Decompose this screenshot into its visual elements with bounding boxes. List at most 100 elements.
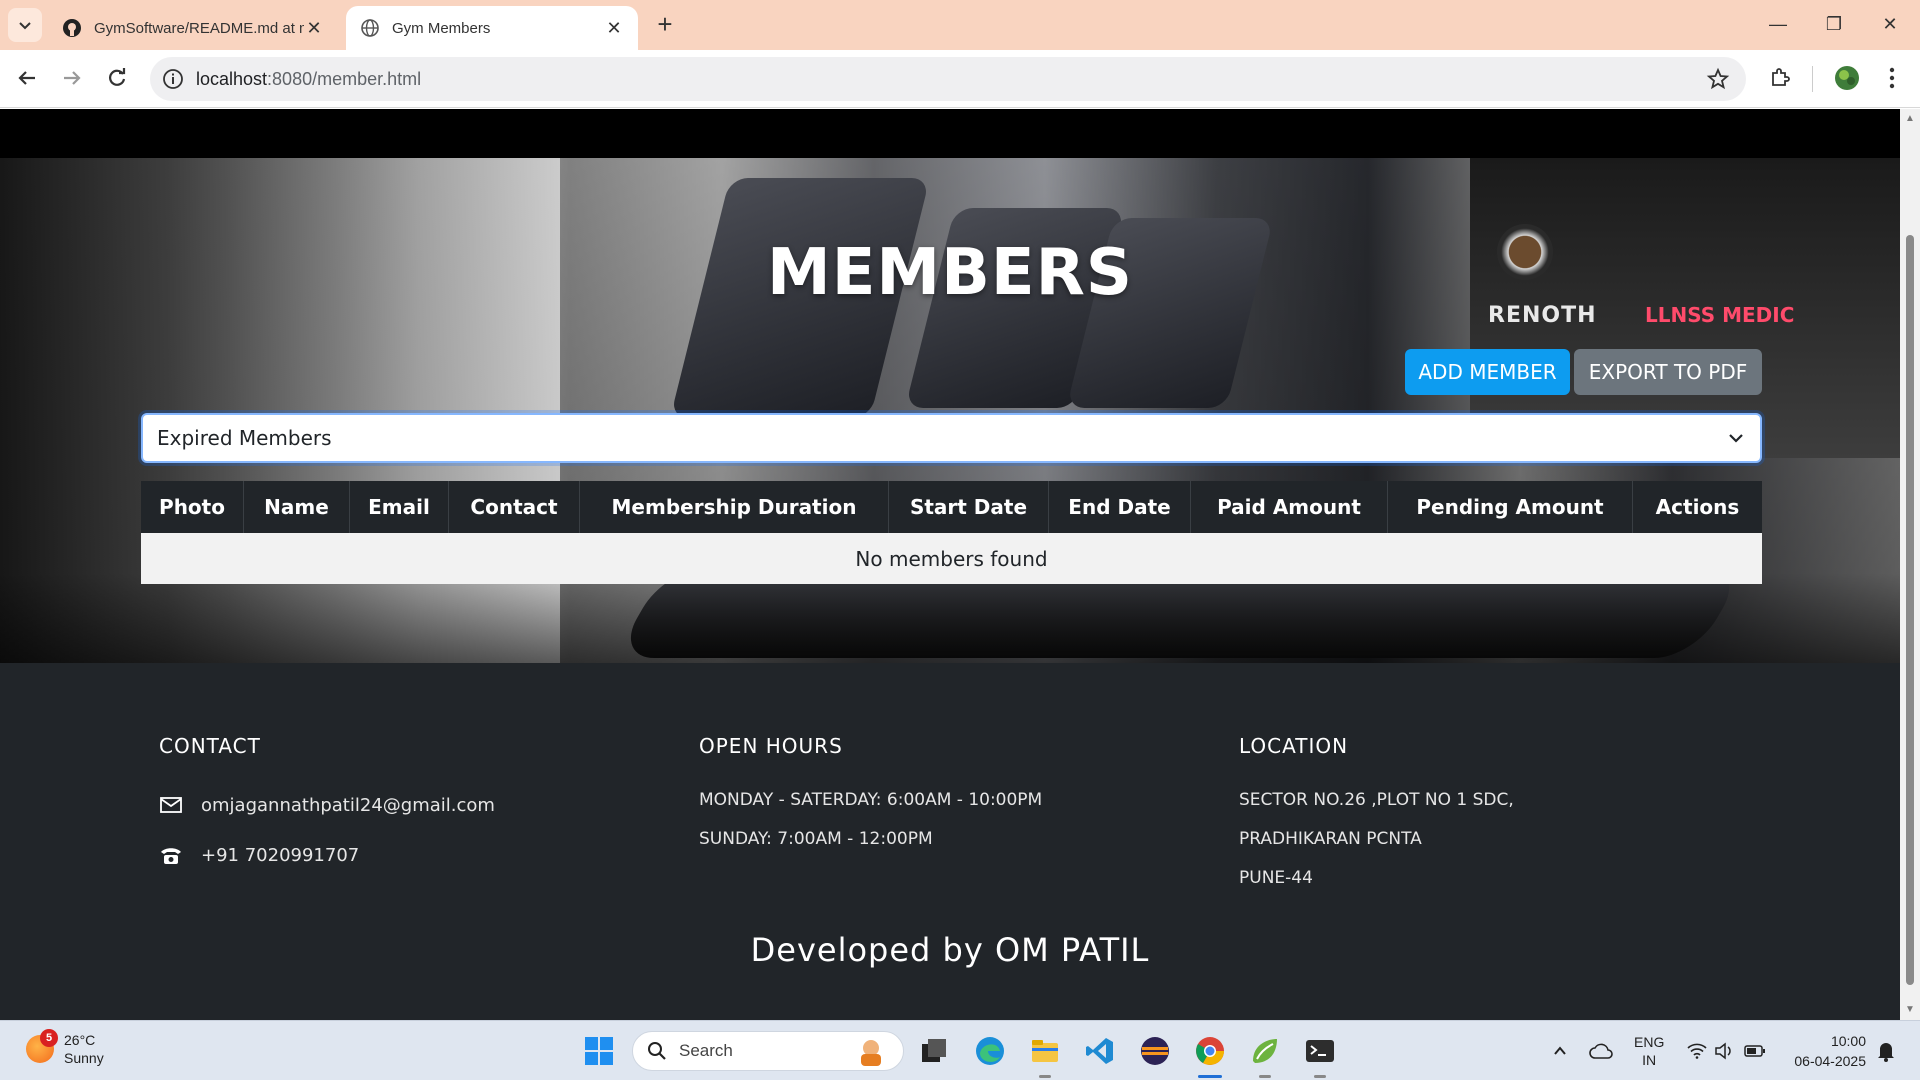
network-tray[interactable]: [1687, 1021, 1707, 1081]
avatar-icon: [1835, 66, 1859, 90]
show-hidden-icons-button[interactable]: [1552, 1021, 1568, 1081]
onedrive-tray[interactable]: [1589, 1021, 1613, 1081]
tab-search-button[interactable]: [8, 8, 42, 42]
battery-tray[interactable]: [1744, 1021, 1766, 1081]
active-app-indicator: [1198, 1075, 1222, 1078]
search-highlight-icon: [861, 1040, 881, 1066]
vscode-icon[interactable]: [1084, 1035, 1116, 1067]
tab-gym-members[interactable]: Gym Members ✕: [346, 6, 638, 50]
address-bar[interactable]: localhost:8080/member.html: [150, 57, 1746, 101]
add-member-button[interactable]: ADD MEMBER: [1405, 349, 1570, 395]
battery-icon: [1744, 1045, 1765, 1057]
tab-title: Gym Members: [392, 19, 491, 37]
system-clock[interactable]: 10:00 06-04-2025: [1786, 1031, 1866, 1071]
running-indicator: [1314, 1075, 1326, 1078]
chevron-down-icon: [1729, 434, 1743, 443]
scroll-down-arrow[interactable]: ▼: [1904, 1004, 1916, 1016]
edge-icon[interactable]: [974, 1035, 1006, 1067]
hero-background: RENOTH LLNSS MEDIC: [0, 158, 1900, 663]
scrollbar-thumb[interactable]: [1906, 235, 1914, 985]
sun-icon: 5: [26, 1029, 58, 1063]
page-scrollbar[interactable]: ▲ ▼: [1900, 109, 1920, 1020]
export-pdf-button[interactable]: EXPORT TO PDF: [1574, 349, 1762, 395]
eclipse-icon[interactable]: [1139, 1035, 1171, 1067]
browser-menu-button[interactable]: [1874, 60, 1910, 96]
footer-location-line: PRADHIKARAN PCNTA: [1239, 828, 1422, 849]
footer-location: LOCATION SECTOR NO.26 ,PLOT NO 1 SDC, PR…: [1239, 734, 1514, 897]
column-header-start-date: Start Date: [889, 481, 1049, 533]
column-header-photo: Photo: [141, 481, 244, 533]
restore-button[interactable]: ❐: [1814, 8, 1854, 40]
developer-credit: Developed by OM PATIL: [750, 931, 1150, 969]
speaker-icon: [1715, 1042, 1731, 1060]
reload-button[interactable]: [99, 60, 135, 96]
tab-title: GymSoftware/README.md at m: [94, 19, 304, 37]
bookmark-star-icon[interactable]: [1706, 67, 1730, 91]
phone-icon: [161, 848, 181, 864]
hero-shadow: [0, 573, 1900, 663]
terminal-icon[interactable]: [1304, 1035, 1336, 1067]
table-empty-message: No members found: [141, 533, 1762, 584]
url-path: :8080/member.html: [267, 68, 422, 89]
column-header-paid-amount: Paid Amount: [1191, 481, 1388, 533]
footer-email[interactable]: omjagannathpatil24@gmail.com: [159, 780, 495, 830]
github-icon: [63, 19, 81, 37]
browser-toolbar: localhost:8080/member.html: [0, 50, 1920, 108]
running-indicator: [1259, 1075, 1271, 1078]
wifi-icon: [1687, 1043, 1707, 1059]
windows-start-icon[interactable]: [583, 1035, 615, 1067]
column-header-end-date: End Date: [1049, 481, 1191, 533]
url-text[interactable]: localhost:8080/member.html: [196, 69, 1706, 90]
forward-button[interactable]: [54, 60, 90, 96]
member-filter-select[interactable]: Expired Members: [141, 413, 1762, 463]
weather-description: Sunny: [64, 1050, 104, 1066]
column-header-pending-amount: Pending Amount: [1388, 481, 1633, 533]
profile-avatar[interactable]: [1829, 60, 1865, 96]
taskbar-search[interactable]: Search: [632, 1031, 904, 1071]
members-table: Photo Name Email Contact Membership Dura…: [141, 481, 1762, 584]
chrome-icon[interactable]: [1194, 1035, 1226, 1067]
kebab-menu-icon: [1889, 67, 1895, 89]
puzzle-icon: [1772, 68, 1790, 86]
search-icon: [648, 1042, 666, 1060]
column-header-actions: Actions: [1655, 495, 1740, 519]
footer-location-line: PUNE-44: [1239, 867, 1313, 888]
arrow-right-icon: [64, 71, 81, 85]
close-window-button[interactable]: ✕: [1870, 8, 1910, 40]
task-view-icon[interactable]: [918, 1035, 950, 1067]
site-info-icon[interactable]: [162, 68, 184, 90]
cloud-icon: [1589, 1043, 1613, 1059]
scroll-up-arrow[interactable]: ▲: [1904, 113, 1916, 125]
springtool-icon[interactable]: [1249, 1035, 1281, 1067]
close-tab-icon[interactable]: ✕: [604, 18, 624, 39]
footer-phone-text: +91 7020991707: [201, 844, 360, 866]
page-title: MEMBERS: [767, 236, 1133, 310]
toolbar-divider: [1812, 66, 1813, 92]
chevron-down-icon: [19, 22, 31, 30]
region-code: IN: [1642, 1052, 1657, 1068]
close-tab-icon[interactable]: ✕: [304, 18, 324, 39]
language-indicator[interactable]: ENG IN: [1634, 1021, 1664, 1081]
weather-widget[interactable]: 5 26°C Sunny: [26, 1029, 104, 1067]
notification-badge: 5: [40, 1029, 58, 1047]
table-header-row: Photo Name Email Contact Membership Dura…: [141, 481, 1762, 533]
weather-temperature: 26°C: [64, 1032, 96, 1048]
column-header-name: Name: [244, 481, 350, 533]
footer-contact: CONTACT omjagannathpatil24@gmail.com +91…: [159, 734, 495, 880]
volume-tray[interactable]: [1714, 1021, 1734, 1081]
extensions-button[interactable]: [1762, 60, 1798, 96]
minimize-button[interactable]: —: [1758, 8, 1798, 40]
arrow-left-icon: [18, 71, 35, 85]
new-tab-button[interactable]: +: [650, 10, 680, 40]
back-button[interactable]: [9, 60, 45, 96]
file-explorer-icon[interactable]: [1029, 1035, 1061, 1067]
language-code: ENG: [1634, 1034, 1665, 1050]
tab-github-readme[interactable]: GymSoftware/README.md at m ✕: [48, 6, 338, 50]
filter-selected-value: Expired Members: [157, 426, 332, 450]
footer-hours-heading: OPEN HOURS: [699, 734, 843, 758]
notifications-button[interactable]: [1876, 1021, 1896, 1081]
column-header-contact: Contact: [449, 481, 580, 533]
page-viewport: RENOTH LLNSS MEDIC MEMBERS ADD MEMBER EX…: [0, 109, 1900, 1020]
windows-taskbar: 5 26°C Sunny Search ENG IN 10:00 06-04-2…: [0, 1020, 1920, 1080]
footer-phone[interactable]: +91 7020991707: [159, 830, 495, 880]
